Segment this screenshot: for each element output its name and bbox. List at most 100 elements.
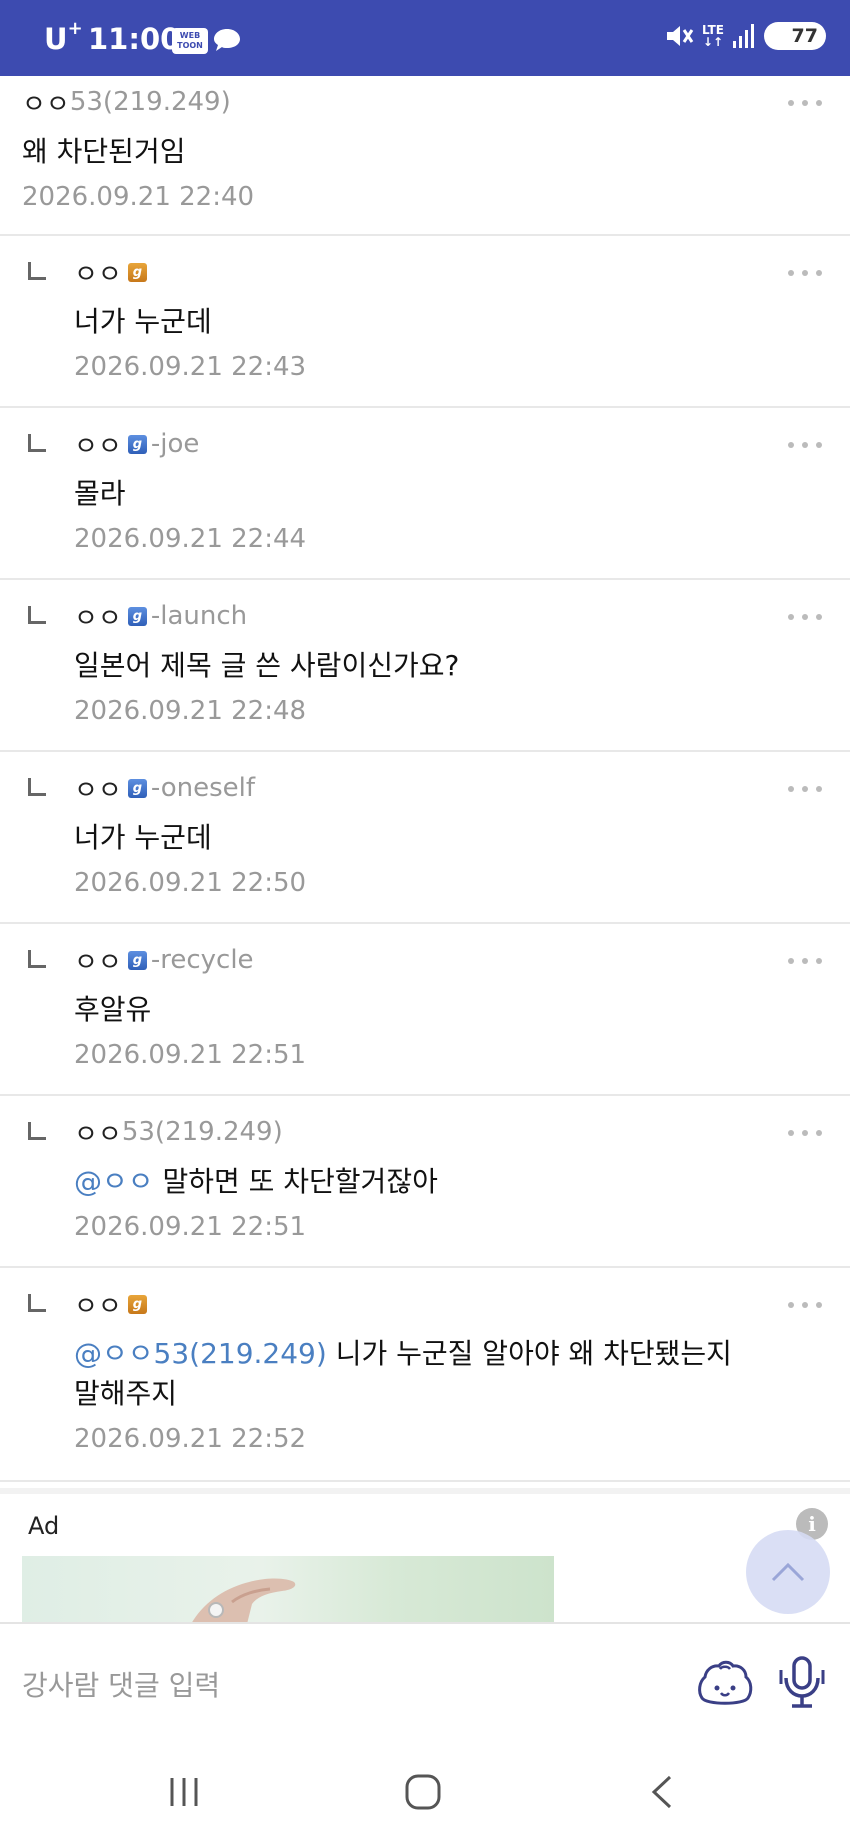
home-icon[interactable] (404, 1774, 442, 1810)
reply-arrow-icon (28, 950, 46, 968)
ad-label: Ad (28, 1512, 60, 1540)
comment-date: 2026.09.21 22:44 (74, 524, 307, 554)
more-dots-icon[interactable] (788, 270, 822, 280)
comment-body-text: 일본어 제목 글 쓴 사람이신가요? (74, 649, 460, 682)
status-icons: LTE ↓↑ 77 (664, 22, 826, 50)
comment-nickname[interactable]: ㅇㅇ (74, 770, 122, 807)
comment-mention[interactable]: @ㅇㅇ (74, 1165, 154, 1198)
emoji-face-icon[interactable] (696, 1658, 754, 1710)
system-nav-bar (0, 1742, 850, 1842)
reply-arrow-icon (28, 778, 46, 796)
comment-mention[interactable]: @ㅇㅇ53(219.249) (74, 1337, 327, 1370)
gold-member-badge-icon: g (127, 1294, 147, 1314)
comment-ip: 53(219.249) (121, 1117, 283, 1147)
blue-member-badge-icon: g (127, 606, 147, 626)
comment-nickname[interactable]: ㅇㅇ (74, 254, 122, 291)
comment-date: 2026.09.21 22:43 (74, 352, 307, 382)
more-dots-icon[interactable] (788, 100, 822, 110)
more-dots-icon[interactable] (788, 442, 822, 452)
comment-item[interactable]: ㅇㅇ 53(219.249) 왜 차단된거임 2026.09.21 22:40 (0, 76, 850, 236)
blue-member-badge-icon: g (127, 950, 147, 970)
comment-item[interactable]: ㅇㅇ g -joe 몰라 2026.09.21 22:44 (0, 408, 850, 580)
comment-item[interactable]: ㅇㅇ g -recycle 후알유 2026.09.21 22:51 (0, 924, 850, 1096)
gold-member-badge-icon: g (127, 262, 147, 282)
comment-meta: ㅇㅇ g -launch (74, 596, 760, 636)
comment-date: 2026.09.21 22:51 (74, 1212, 307, 1242)
comment-date: 2026.09.21 22:52 (74, 1424, 307, 1454)
comment-input-bar[interactable]: 강사람 댓글 입력 (0, 1622, 850, 1742)
reply-arrow-icon (28, 1294, 46, 1312)
comment-item[interactable]: ㅇㅇ g @ㅇㅇ53(219.249) 니가 누군질 알아야 왜 차단됐는지 말해주… (0, 1268, 850, 1482)
more-dots-icon[interactable] (788, 786, 822, 796)
chevron-up-icon (771, 1562, 805, 1582)
comment-nickname[interactable]: ㅇㅇ (22, 84, 70, 121)
comment-user-id: -oneself (150, 773, 256, 803)
scroll-to-top-button[interactable] (746, 1530, 830, 1614)
comment-meta: ㅇㅇ g (74, 252, 760, 292)
comment-text: 후알유 (74, 990, 760, 1030)
comment-date: 2026.09.21 22:50 (74, 868, 307, 898)
blue-member-badge-icon: g (127, 434, 147, 454)
comment-item[interactable]: ㅇㅇ g -launch 일본어 제목 글 쓴 사람이신가요? 2026.09.21 2… (0, 580, 850, 752)
comment-body-text: 몰라 (74, 477, 126, 510)
microphone-icon[interactable] (778, 1654, 826, 1710)
carrier-label: U+ (44, 18, 83, 56)
comment-date: 2026.09.21 22:40 (22, 182, 255, 212)
reply-arrow-icon (28, 606, 46, 624)
comment-meta: ㅇㅇ 53(219.249) (74, 1112, 760, 1152)
comment-user-id: -joe (150, 429, 200, 459)
ad-section[interactable]: Ad i (0, 1488, 850, 1628)
comment-nickname[interactable]: ㅇㅇ (74, 942, 122, 979)
webtoon-icon: WEB TOON (172, 28, 208, 54)
battery-indicator: 77 (764, 22, 826, 50)
comment-text: 너가 누군데 (74, 818, 760, 858)
comment-ip: 53(219.249) (69, 87, 231, 117)
signal-icon (733, 24, 754, 48)
comment-meta: ㅇㅇ g -oneself (74, 768, 760, 808)
comment-meta: ㅇㅇ g -joe (74, 424, 760, 464)
comment-body-text: 너가 누군데 (74, 821, 212, 854)
reply-arrow-icon (28, 1122, 46, 1140)
more-dots-icon[interactable] (788, 614, 822, 624)
reply-arrow-icon (28, 262, 46, 280)
comment-date: 2026.09.21 22:48 (74, 696, 307, 726)
blue-member-badge-icon: g (127, 778, 147, 798)
comment-body-text: 너가 누군데 (74, 305, 212, 338)
more-dots-icon[interactable] (788, 1130, 822, 1140)
comment-nickname[interactable]: ㅇㅇ (74, 598, 122, 635)
lte-indicator: LTE ↓↑ (701, 23, 724, 49)
comment-nickname[interactable]: ㅇㅇ (74, 1114, 122, 1151)
comment-item[interactable]: ㅇㅇ g 너가 누군데 2026.09.21 22:43 (0, 236, 850, 408)
recent-apps-icon[interactable] (166, 1774, 202, 1810)
back-icon[interactable] (648, 1774, 674, 1810)
comment-item[interactable]: ㅇㅇ 53(219.249) @ㅇㅇ 말하면 또 차단할거잖아 2026.09.21 … (0, 1096, 850, 1268)
comment-text: 왜 차단된거임 (22, 132, 760, 172)
comment-date: 2026.09.21 22:51 (74, 1040, 307, 1070)
ad-image[interactable] (22, 1556, 554, 1628)
comment-input[interactable]: 강사람 댓글 입력 (22, 1664, 220, 1704)
comment-user-id: -recycle (150, 945, 254, 975)
comment-meta: ㅇㅇ g -recycle (74, 940, 760, 980)
reply-arrow-icon (28, 434, 46, 452)
comment-body-text: 후알유 (74, 993, 152, 1026)
mute-icon (666, 26, 694, 46)
hand-ring-image (188, 1578, 296, 1628)
comment-body-text: 말하면 또 차단할거잖아 (162, 1165, 438, 1198)
comment-nickname[interactable]: ㅇㅇ (74, 1286, 122, 1323)
comment-text: @ㅇㅇ53(219.249) 니가 누군질 알아야 왜 차단됐는지 말해주지 (74, 1334, 760, 1414)
comment-nickname[interactable]: ㅇㅇ (74, 426, 122, 463)
comment-list: ㅇㅇ 53(219.249) 왜 차단된거임 2026.09.21 22:40 ㅇㅇ g 너… (0, 76, 850, 1482)
comment-text: @ㅇㅇ 말하면 또 차단할거잖아 (74, 1162, 760, 1202)
comment-item[interactable]: ㅇㅇ g -oneself 너가 누군데 2026.09.21 22:50 (0, 752, 850, 924)
comment-text: 일본어 제목 글 쓴 사람이신가요? (74, 646, 760, 686)
comment-meta: ㅇㅇ g (74, 1284, 760, 1324)
comment-user-id: -launch (150, 601, 248, 631)
comment-text: 몰라 (74, 474, 760, 514)
more-dots-icon[interactable] (788, 1302, 822, 1312)
chat-bubble-icon (214, 29, 240, 51)
status-bar: U+ 11:00 WEB TOON LTE ↓↑ 77 (0, 0, 850, 76)
comment-text: 너가 누군데 (74, 302, 760, 342)
comment-meta: ㅇㅇ 53(219.249) (22, 82, 760, 122)
status-time: 11:00 (88, 22, 181, 56)
more-dots-icon[interactable] (788, 958, 822, 968)
